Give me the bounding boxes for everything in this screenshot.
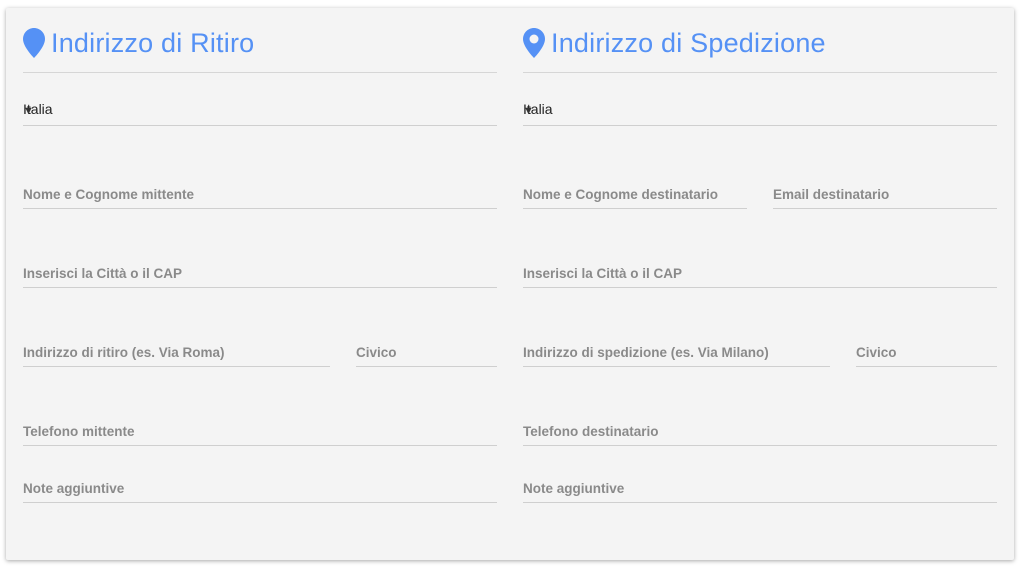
pickup-notes-placeholder: Note aggiuntive [23,481,125,496]
shipping-email-field[interactable]: Email destinatario [773,185,997,209]
dropdown-arrow-icon: ▼ [523,105,534,117]
shipping-heading: Indirizzo di Spedizione [523,24,826,62]
shipping-phone-placeholder: Telefono destinatario [523,424,659,439]
divider [23,72,497,73]
pickup-city-placeholder: Inserisci la Città o il CAP [23,266,183,281]
shipping-civic-placeholder: Civico [856,345,897,360]
shipping-name-field[interactable]: Nome e Cognome destinatario [523,185,747,209]
pickup-notes-field[interactable]: Note aggiuntive [23,479,497,503]
pickup-address-section: Indirizzo di Ritiro Italia ▼ Nome e Cogn… [23,8,497,560]
shipping-address-section: Indirizzo di Spedizione Italia ▼ Nome e … [523,8,997,560]
shipping-address-placeholder: Indirizzo di spedizione (es. Via Milano) [523,345,769,360]
address-form-card: Indirizzo di Ritiro Italia ▼ Nome e Cogn… [6,8,1014,560]
shipping-city-placeholder: Inserisci la Città o il CAP [523,266,683,281]
pickup-country-select[interactable]: Italia ▼ [23,101,497,126]
divider [523,72,997,73]
pickup-address-placeholder: Indirizzo di ritiro (es. Via Roma) [23,345,225,360]
shipping-city-field[interactable]: Inserisci la Città o il CAP [523,264,997,288]
map-pin-icon [23,28,45,58]
shipping-notes-placeholder: Note aggiuntive [523,481,625,496]
pickup-phone-field[interactable]: Telefono mittente [23,422,497,446]
pickup-address-field[interactable]: Indirizzo di ritiro (es. Via Roma) [23,343,330,367]
shipping-country-select[interactable]: Italia ▼ [523,101,997,126]
pickup-name-field[interactable]: Nome e Cognome mittente [23,185,497,209]
shipping-phone-field[interactable]: Telefono destinatario [523,422,997,446]
shipping-name-placeholder: Nome e Cognome destinatario [523,187,719,202]
dropdown-arrow-icon: ▼ [23,105,34,117]
pickup-civic-placeholder: Civico [356,345,397,360]
pickup-city-field[interactable]: Inserisci la Città o il CAP [23,264,497,288]
shipping-address-field[interactable]: Indirizzo di spedizione (es. Via Milano) [523,343,830,367]
pickup-phone-placeholder: Telefono mittente [23,424,135,439]
pickup-title: Indirizzo di Ritiro [51,27,255,58]
pickup-heading: Indirizzo di Ritiro [23,24,254,62]
shipping-notes-field[interactable]: Note aggiuntive [523,479,997,503]
shipping-title: Indirizzo di Spedizione [551,27,826,58]
pickup-civic-field[interactable]: Civico [356,343,497,367]
pickup-name-placeholder: Nome e Cognome mittente [23,187,195,202]
shipping-civic-field[interactable]: Civico [856,343,997,367]
shipping-email-placeholder: Email destinatario [773,187,890,202]
map-pin-icon [523,28,545,58]
